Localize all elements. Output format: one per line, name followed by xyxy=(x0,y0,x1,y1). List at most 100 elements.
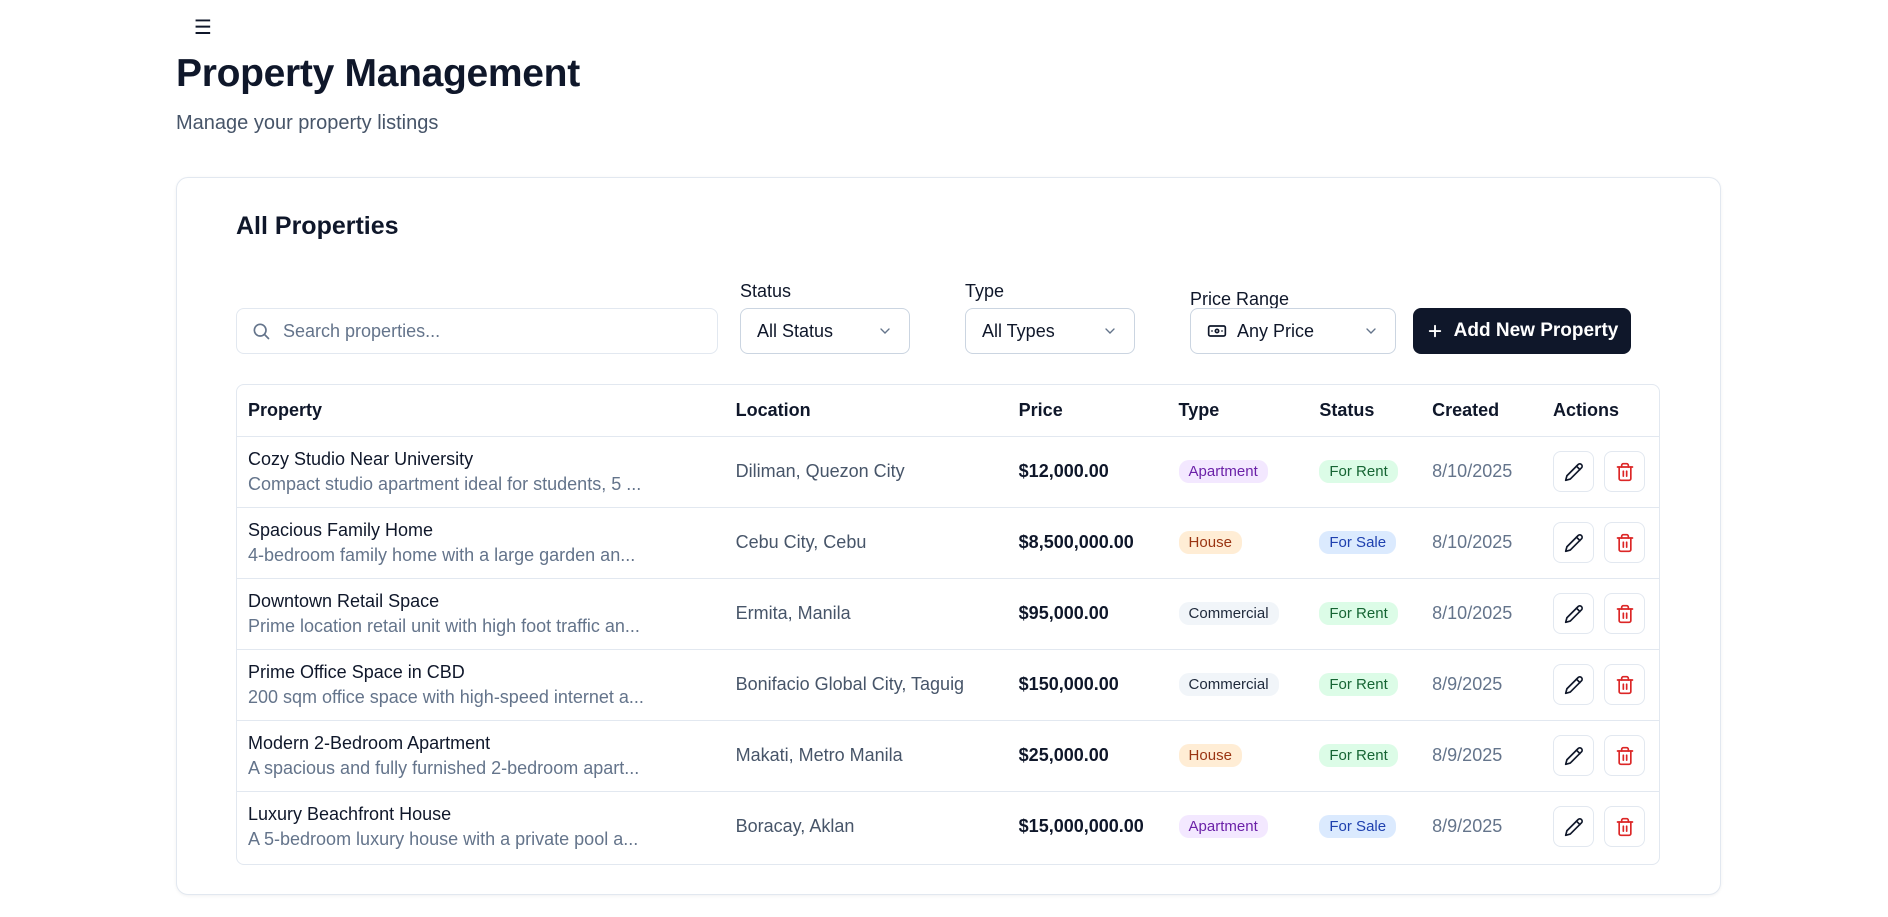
delete-button[interactable] xyxy=(1604,664,1645,705)
status-badge: For Rent xyxy=(1319,602,1398,625)
status-cell: For Sale xyxy=(1308,507,1422,579)
property-description: A spacious and fully furnished 2-bedroom… xyxy=(248,757,640,778)
column-header-price: Price xyxy=(1007,385,1168,437)
page-title: Property Management xyxy=(176,52,580,95)
created-date: 8/9/2025 xyxy=(1432,816,1503,837)
actions-cell xyxy=(1542,436,1659,508)
actions-cell xyxy=(1542,791,1659,862)
edit-button[interactable] xyxy=(1553,522,1594,563)
actions-cell xyxy=(1542,578,1659,650)
edit-button[interactable] xyxy=(1553,806,1594,848)
status-badge: For Rent xyxy=(1319,744,1398,767)
status-select-value: All Status xyxy=(757,320,834,341)
property-price: $8,500,000.00 xyxy=(1007,507,1168,579)
plus-icon xyxy=(1428,324,1441,338)
type-badge: Apartment xyxy=(1178,460,1268,483)
pencil-icon xyxy=(1564,462,1583,481)
search-box xyxy=(236,308,718,354)
property-location: Makati, Metro Manila xyxy=(724,720,1008,792)
status-cell: For Rent xyxy=(1308,436,1422,508)
property-location: Diliman, Quezon City xyxy=(724,436,1008,508)
trash-icon xyxy=(1616,533,1633,552)
pencil-icon xyxy=(1564,604,1583,623)
chevron-down-icon xyxy=(1366,328,1376,334)
property-name: Prime Office Space in CBD xyxy=(248,661,465,682)
status-filter-label: Status xyxy=(740,281,792,301)
pencil-icon xyxy=(1564,746,1583,765)
status-badge: For Sale xyxy=(1319,815,1397,839)
property-description: Prime location retail unit with high foo… xyxy=(248,615,640,636)
table-row: Prime Office Space in CBD 200 sqm office … xyxy=(237,649,1659,721)
column-header-actions: Actions xyxy=(1542,385,1659,437)
actions-cell xyxy=(1542,507,1659,579)
property-location: Cebu City, Cebu xyxy=(724,507,1008,579)
property-location: Ermita, Manila xyxy=(724,578,1008,650)
hamburger-menu-icon[interactable]: ☰ xyxy=(190,14,216,40)
property-name: Spacious Family Home xyxy=(248,519,434,540)
edit-button[interactable] xyxy=(1553,664,1594,705)
table-row: Downtown Retail Space Prime location reta… xyxy=(237,578,1659,650)
status-cell: For Rent xyxy=(1308,649,1422,721)
type-badge: House xyxy=(1178,531,1242,554)
property-name: Cozy Studio Near University xyxy=(248,448,474,469)
column-header-type: Type xyxy=(1167,385,1309,437)
price-select[interactable]: Any Price xyxy=(1190,308,1396,354)
type-cell: House xyxy=(1167,720,1309,792)
chevron-down-icon xyxy=(880,328,890,334)
edit-button[interactable] xyxy=(1553,593,1594,634)
price-select-value: Any Price xyxy=(1237,320,1315,341)
delete-button[interactable] xyxy=(1604,806,1645,848)
status-cell: For Rent xyxy=(1308,578,1422,650)
table-row: Cozy Studio Near University Compact studi… xyxy=(237,436,1659,508)
pencil-icon xyxy=(1564,675,1583,694)
price-filter-label: Price Range xyxy=(1190,289,1290,309)
search-input[interactable] xyxy=(283,320,703,342)
property-cell: Modern 2-Bedroom Apartment A spacious and… xyxy=(237,720,725,792)
status-badge: For Sale xyxy=(1319,531,1397,554)
type-cell: House xyxy=(1167,507,1309,579)
actions-cell xyxy=(1542,720,1659,792)
type-select[interactable]: All Types xyxy=(965,308,1135,354)
delete-button[interactable] xyxy=(1604,593,1645,634)
property-description: 200 sqm office space with high-speed int… xyxy=(248,686,644,707)
status-cell: For Rent xyxy=(1308,720,1422,792)
type-badge: Commercial xyxy=(1178,602,1279,625)
created-date: 8/10/2025 xyxy=(1421,578,1542,650)
column-header-created: Created xyxy=(1421,385,1542,437)
table-row: Modern 2-Bedroom Apartment A spacious and… xyxy=(237,720,1659,792)
chevron-down-icon xyxy=(1105,328,1115,334)
column-header-location: Location xyxy=(724,385,1008,437)
property-price: $25,000.00 xyxy=(1007,720,1168,792)
property-location: Boracay, Aklan xyxy=(735,816,855,837)
column-header-property: Property xyxy=(237,385,725,437)
pencil-icon xyxy=(1564,533,1583,552)
status-badge: For Rent xyxy=(1319,673,1398,696)
type-cell: Apartment xyxy=(1168,791,1309,862)
property-name: Modern 2-Bedroom Apartment xyxy=(248,732,491,753)
type-filter-label: Type xyxy=(965,281,1005,301)
type-badge: Apartment xyxy=(1178,815,1268,839)
trash-icon xyxy=(1616,675,1633,694)
type-cell: Apartment xyxy=(1167,436,1309,508)
property-description: Compact studio apartment ideal for stude… xyxy=(248,473,642,494)
status-select[interactable]: All Status xyxy=(740,308,910,354)
search-icon xyxy=(253,323,270,340)
trash-icon xyxy=(1616,604,1633,623)
edit-button[interactable] xyxy=(1553,451,1594,492)
delete-button[interactable] xyxy=(1604,735,1645,776)
property-name: Luxury Beachfront House xyxy=(248,803,452,824)
delete-button[interactable] xyxy=(1604,451,1645,492)
property-name: Downtown Retail Space xyxy=(248,590,440,611)
property-price: $12,000.00 xyxy=(1007,436,1168,508)
property-description: A 5-bedroom luxury house with a private … xyxy=(248,828,639,849)
type-cell: Commercial xyxy=(1167,649,1309,721)
column-header-status: Status xyxy=(1308,385,1422,437)
property-cell: Downtown Retail Space Prime location reta… xyxy=(237,578,725,650)
created-date: 8/9/2025 xyxy=(1421,649,1542,721)
trash-icon xyxy=(1616,462,1633,481)
delete-button[interactable] xyxy=(1604,522,1645,563)
add-new-property-button[interactable]: Add New Property xyxy=(1413,308,1631,354)
edit-button[interactable] xyxy=(1553,735,1594,776)
property-cell: Luxury Beachfront House A 5-bedroom luxur… xyxy=(237,791,725,862)
type-badge: House xyxy=(1178,744,1242,767)
